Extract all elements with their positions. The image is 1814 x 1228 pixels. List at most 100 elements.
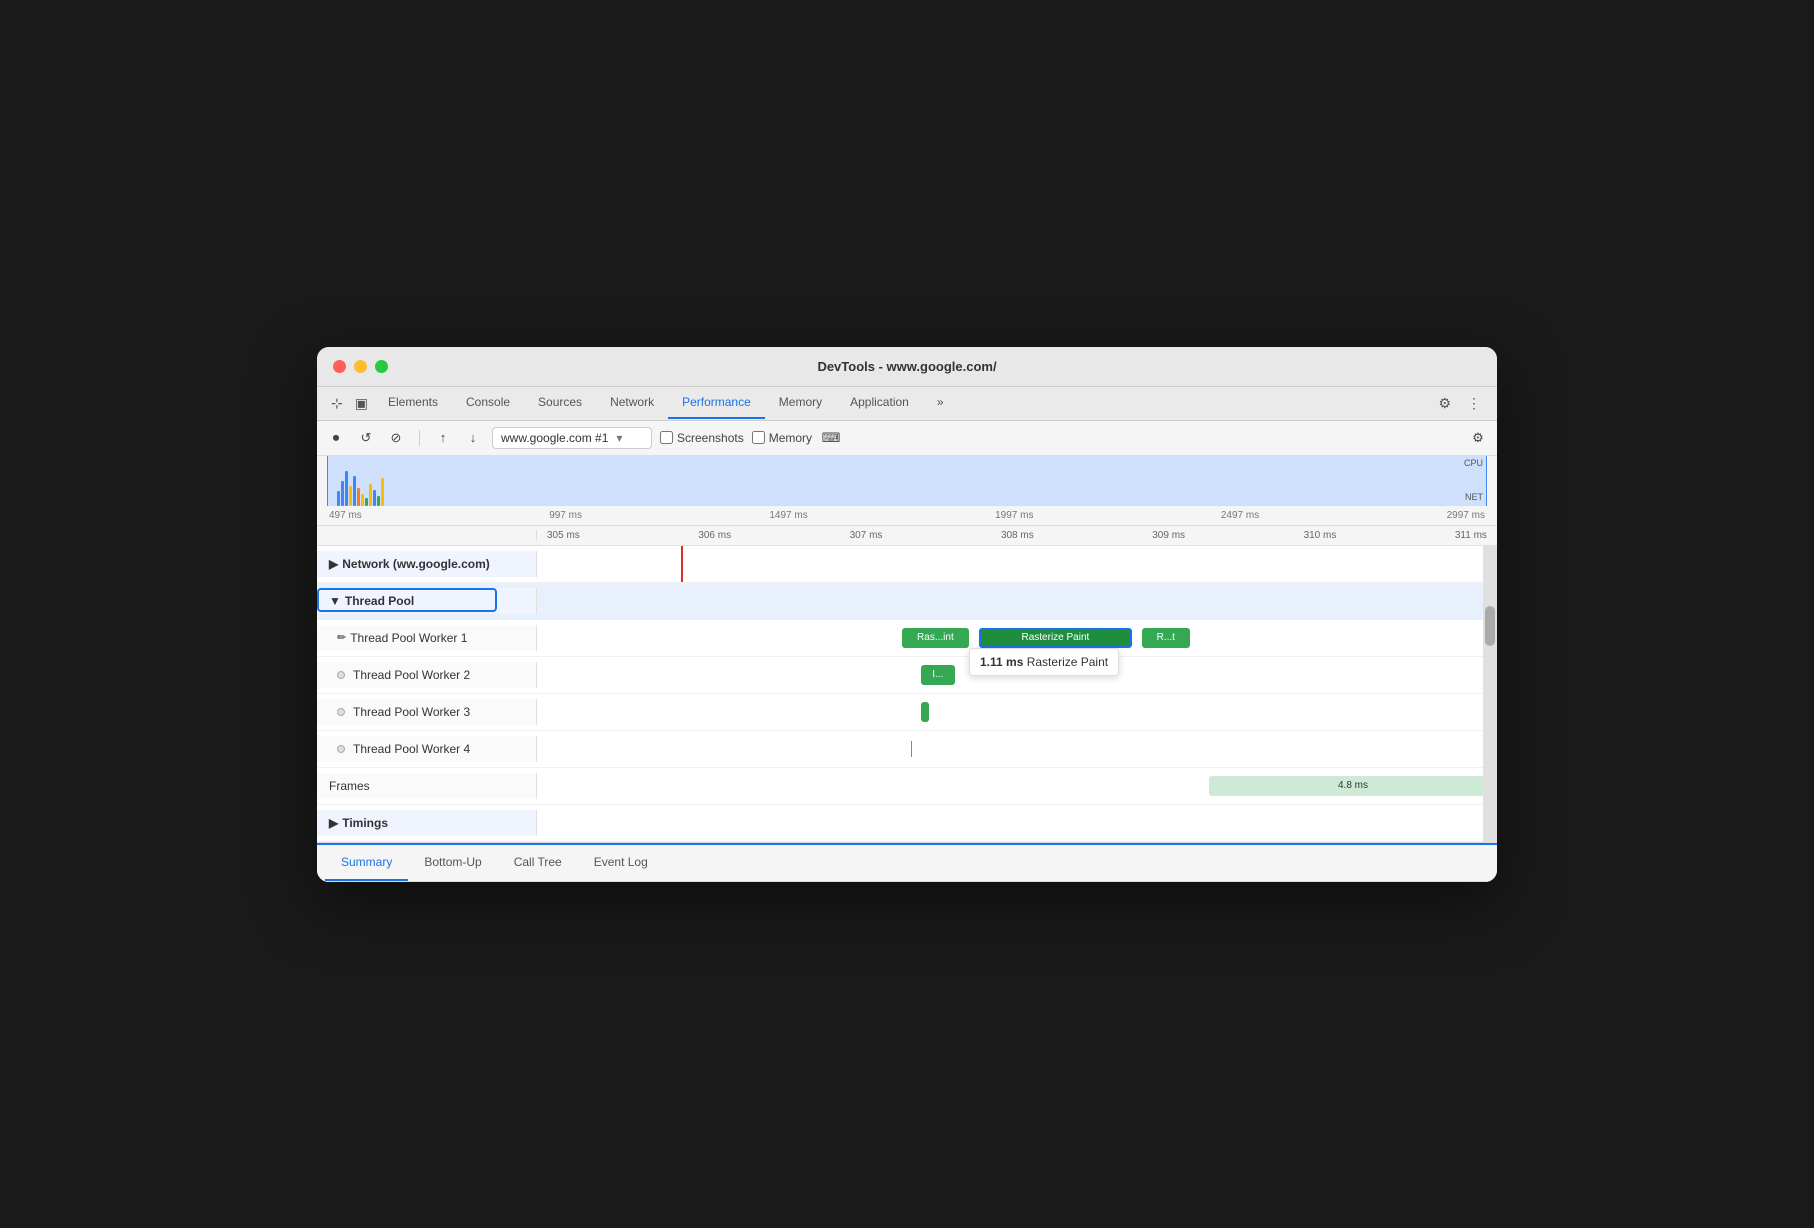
worker3-content[interactable] — [537, 694, 1497, 730]
tab-more[interactable]: » — [923, 387, 958, 419]
ov-bar — [345, 471, 348, 506]
tab-bottom-up[interactable]: Bottom-Up — [408, 845, 497, 881]
settings-icon[interactable]: ⚙ — [1430, 389, 1459, 418]
worker4-tick — [911, 741, 912, 757]
network-expand-icon[interactable]: ▶ — [329, 557, 338, 571]
screenshots-label: Screenshots — [677, 431, 744, 445]
frames-bar[interactable]: 4.8 ms — [1209, 776, 1497, 796]
tooltip-label: Rasterize Paint — [1027, 655, 1108, 669]
upload-button[interactable]: ↑ — [432, 427, 454, 449]
screenshots-checkbox[interactable] — [660, 431, 673, 444]
ov-bar — [369, 484, 372, 506]
overview-chart[interactable]: CPU NET — [327, 456, 1487, 506]
tab-sources[interactable]: Sources — [524, 387, 596, 419]
flame-rows: ▶ Network (ww.google.com) ▼ Thread Pool — [317, 546, 1497, 842]
memory-label: Memory — [769, 431, 812, 445]
worker4-row: Thread Pool Worker 4 — [317, 731, 1497, 768]
tooltip: 1.11 ms Rasterize Paint — [969, 648, 1119, 676]
time-label-5: 2497 ms — [1221, 510, 1259, 521]
red-marker-line — [681, 546, 683, 582]
timeline-ruler: 305 ms 306 ms 307 ms 308 ms 309 ms 310 m… — [317, 526, 1497, 546]
clear-button[interactable]: ⊘ — [385, 427, 407, 449]
ov-bar — [373, 490, 376, 506]
thread-pool-label[interactable]: ▼ Thread Pool — [317, 588, 537, 614]
net-label: NET — [1465, 492, 1483, 502]
overview-timeline: 497 ms 997 ms 1497 ms 1997 ms 2497 ms 29… — [317, 506, 1497, 525]
url-selector[interactable]: www.google.com #1 ▾ — [492, 427, 652, 449]
network-row: ▶ Network (ww.google.com) — [317, 546, 1497, 583]
tab-network[interactable]: Network — [596, 387, 668, 419]
rasterize-t-bar[interactable]: R...t — [1142, 628, 1190, 648]
device-toggle-icon[interactable]: ▣ — [349, 387, 374, 420]
tab-elements[interactable]: Elements — [374, 387, 452, 419]
scrollbar-track[interactable] — [1483, 546, 1497, 842]
frames-label-text: Frames — [329, 779, 370, 793]
performance-toolbar: ⏺ ↺ ⊘ ↑ ↓ www.google.com #1 ▾ Screenshot… — [317, 421, 1497, 456]
network-throttle-icon[interactable]: ⌨ — [820, 427, 842, 449]
network-row-content — [537, 546, 1497, 582]
timings-label-text: Timings — [342, 816, 388, 830]
thread-pool-row: ▼ Thread Pool — [317, 583, 1497, 620]
worker3-label-text: Thread Pool Worker 3 — [353, 705, 470, 719]
cursor-icon[interactable]: ⊹ — [325, 387, 349, 420]
tooltip-ms: 1.11 ms — [980, 655, 1023, 669]
capture-settings-icon[interactable]: ⚙ — [1467, 427, 1489, 449]
reload-button[interactable]: ↺ — [355, 427, 377, 449]
network-label-text: Network (ww.google.com) — [342, 557, 490, 571]
separator — [419, 430, 420, 446]
timings-content — [537, 805, 1497, 841]
rasterize-init-bar[interactable]: Ras...int — [902, 628, 969, 648]
ruler-311: 311 ms — [1455, 530, 1487, 541]
network-row-label[interactable]: ▶ Network (ww.google.com) — [317, 551, 537, 577]
tab-console[interactable]: Console — [452, 387, 524, 419]
tab-summary[interactable]: Summary — [325, 845, 408, 881]
worker3-label: Thread Pool Worker 3 — [317, 699, 537, 725]
tab-event-log[interactable]: Event Log — [578, 845, 664, 881]
worker3-bar[interactable] — [921, 702, 929, 722]
timings-label[interactable]: ▶ Timings — [317, 810, 537, 836]
ov-bar — [365, 498, 368, 506]
record-button[interactable]: ⏺ — [325, 427, 347, 449]
ruler-306: 306 ms — [698, 530, 731, 541]
traffic-lights — [333, 360, 388, 373]
close-button[interactable] — [333, 360, 346, 373]
memory-checkbox[interactable] — [752, 431, 765, 444]
dot-icon — [337, 671, 345, 679]
worker1-label-text: Thread Pool Worker 1 — [350, 631, 467, 645]
dot-icon — [337, 708, 345, 716]
memory-checkbox-group[interactable]: Memory — [752, 431, 812, 445]
tab-call-tree[interactable]: Call Tree — [498, 845, 578, 881]
ov-bar — [381, 478, 384, 506]
tab-performance[interactable]: Performance — [668, 387, 765, 419]
window-title: DevTools - www.google.com/ — [817, 359, 996, 374]
ruler-309: 309 ms — [1152, 530, 1185, 541]
ruler-307: 307 ms — [850, 530, 883, 541]
time-label-3: 1497 ms — [769, 510, 807, 521]
devtools-panel: ⊹ ▣ Elements Console Sources Network Per… — [317, 387, 1497, 882]
worker4-content[interactable] — [537, 731, 1497, 767]
overview-panel: CPU NET 497 ms 997 ms 1497 ms 1997 ms 24… — [317, 456, 1497, 526]
nav-tabs: ⊹ ▣ Elements Console Sources Network Per… — [317, 387, 1497, 421]
minimize-button[interactable] — [354, 360, 367, 373]
scrollbar-thumb[interactable] — [1485, 606, 1495, 646]
screenshots-checkbox-group[interactable]: Screenshots — [660, 431, 744, 445]
rasterize-paint-bar[interactable]: Rasterize Paint — [979, 628, 1133, 648]
flame-chart-area: 305 ms 306 ms 307 ms 308 ms 309 ms 310 m… — [317, 526, 1497, 843]
more-options-icon[interactable]: ⋮ — [1459, 389, 1489, 418]
worker1-content[interactable]: Ras...int Rasterize Paint R...t 1.11 ms … — [537, 620, 1497, 656]
timings-expand-icon[interactable]: ▶ — [329, 816, 338, 830]
tab-application[interactable]: Application — [836, 387, 923, 419]
time-label-1: 497 ms — [329, 510, 362, 521]
download-button[interactable]: ↓ — [462, 427, 484, 449]
maximize-button[interactable] — [375, 360, 388, 373]
ruler-ticks: 305 ms 306 ms 307 ms 308 ms 309 ms 310 m… — [537, 530, 1497, 541]
frames-content[interactable]: 4.8 ms — [537, 768, 1497, 804]
worker2-bar[interactable]: I... — [921, 665, 955, 685]
thread-pool-content — [537, 583, 1497, 619]
tab-memory[interactable]: Memory — [765, 387, 836, 419]
worker2-label: Thread Pool Worker 2 — [317, 662, 537, 688]
cpu-label: CPU — [1464, 458, 1483, 468]
thread-pool-expand-icon[interactable]: ▼ — [329, 594, 341, 608]
ov-bar — [353, 476, 356, 506]
ruler-305: 305 ms — [547, 530, 580, 541]
